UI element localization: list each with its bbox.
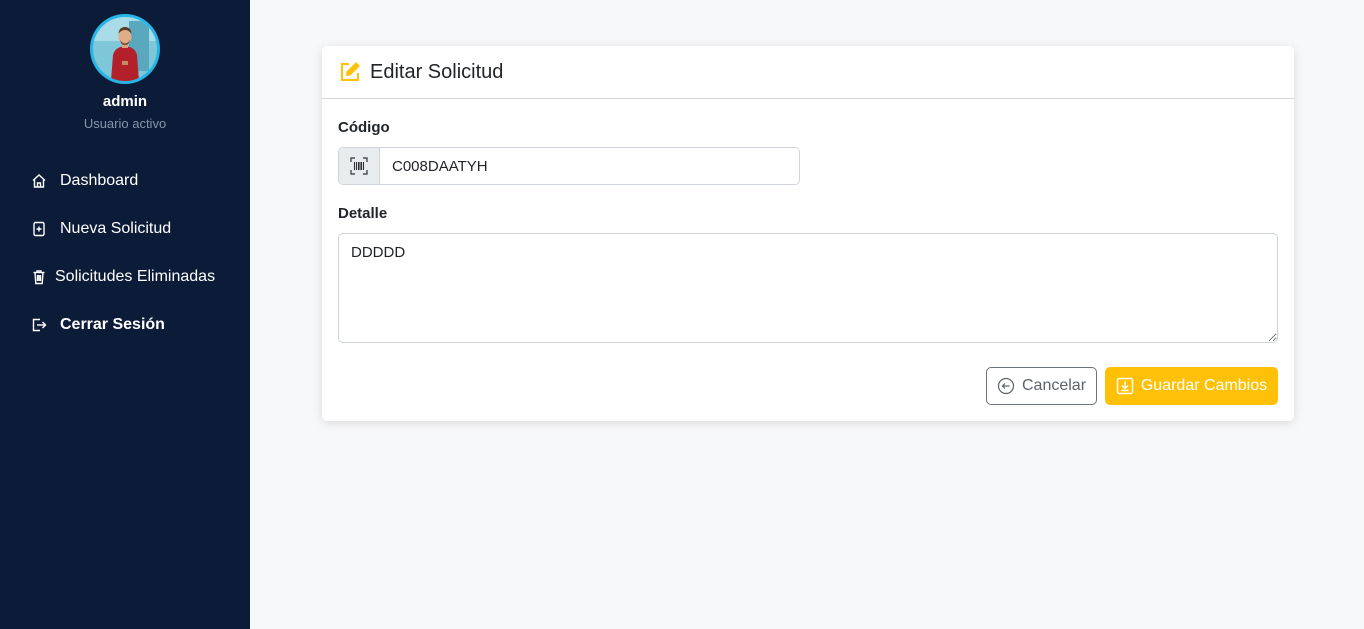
sidebar-item-solicitudes-eliminadas[interactable]: Solicitudes Eliminadas <box>30 265 215 289</box>
codigo-label: Código <box>338 119 390 136</box>
home-icon <box>30 172 48 190</box>
sidebar-item-label: Nueva Solicitud <box>60 220 172 237</box>
sidebar: admin Usuario activo Dashboard Nueva Sol… <box>0 0 250 629</box>
save-button[interactable]: Guardar Cambios <box>1105 367 1278 405</box>
user-name: admin <box>102 93 148 110</box>
download-icon <box>1116 377 1134 395</box>
edit-icon <box>339 61 361 83</box>
avatar-image <box>93 17 157 81</box>
card-header: Editar Solicitud <box>322 46 1294 99</box>
detalle-textarea[interactable]: DDDDD <box>338 233 1278 343</box>
sidebar-item-dashboard[interactable]: Dashboard <box>30 169 138 193</box>
sidebar-item-label: Solicitudes Eliminadas <box>55 268 216 285</box>
edit-request-card: Editar Solicitud Código Detalle DDDDD Ca… <box>322 46 1294 421</box>
codigo-input-group <box>338 147 800 185</box>
cancel-button-label: Cancelar <box>1021 377 1087 394</box>
logout-icon <box>30 316 48 334</box>
arrow-left-circle-icon <box>997 377 1015 395</box>
page-title: Editar Solicitud <box>370 60 504 83</box>
save-button-label: Guardar Cambios <box>1140 377 1268 394</box>
detalle-label: Detalle <box>338 205 388 222</box>
user-status: Usuario activo <box>83 116 167 131</box>
sidebar-item-label: Cerrar Sesión <box>60 316 165 333</box>
avatar <box>90 14 160 84</box>
sidebar-item-label: Dashboard <box>60 172 139 189</box>
barcode-icon <box>339 148 380 184</box>
sidebar-item-cerrar-sesion[interactable]: Cerrar Sesión <box>30 313 165 337</box>
sidebar-item-nueva-solicitud[interactable]: Nueva Solicitud <box>30 217 171 241</box>
cancel-button[interactable]: Cancelar <box>986 367 1097 405</box>
trash-icon <box>30 268 48 286</box>
file-plus-icon <box>30 220 48 238</box>
codigo-input[interactable] <box>380 148 799 184</box>
